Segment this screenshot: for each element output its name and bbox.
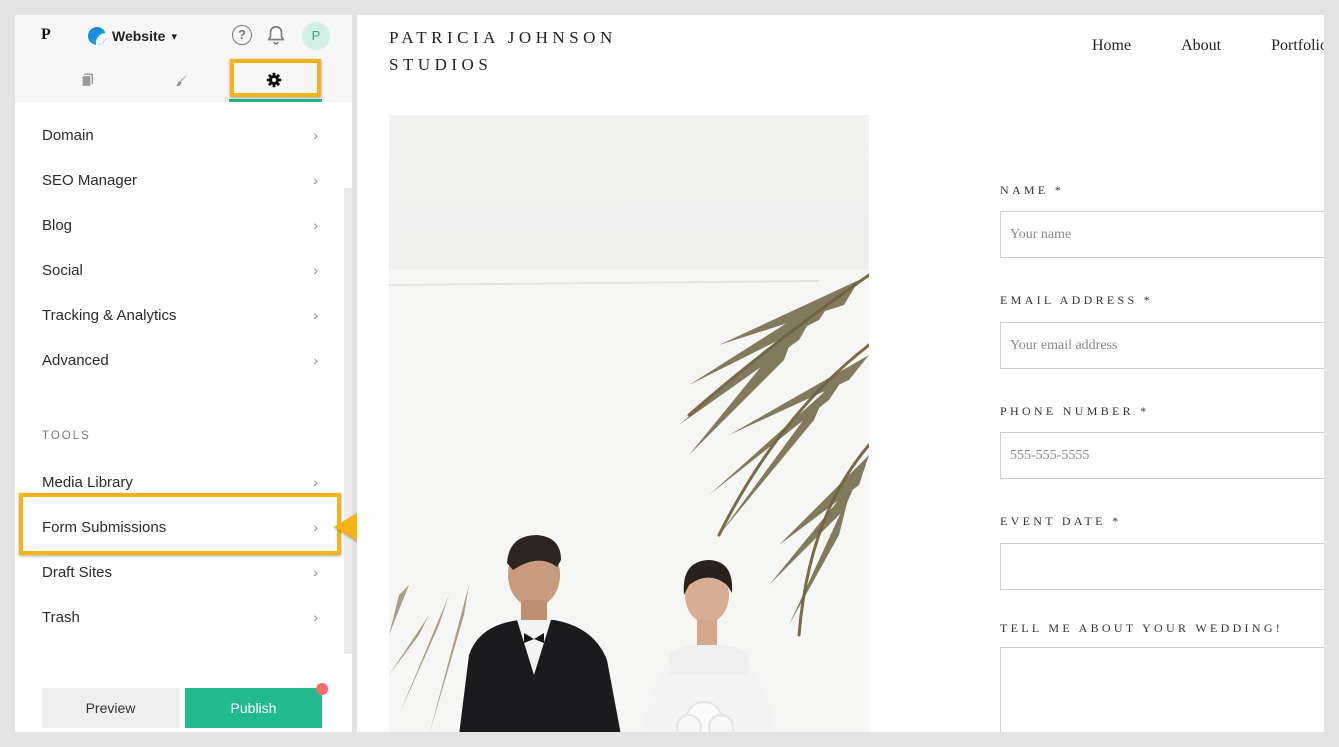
pages-icon bbox=[81, 73, 93, 87]
chevron-right-icon: › bbox=[313, 352, 318, 368]
editor-topbar: P Website ▾ ? P bbox=[15, 15, 352, 57]
chevron-right-icon: › bbox=[313, 217, 318, 233]
menu-item-label: Domain bbox=[42, 126, 94, 144]
brush-icon bbox=[176, 73, 188, 86]
site-brand[interactable]: PATRICIA JOHNSON STUDIOS bbox=[389, 24, 617, 78]
site-nav: Home About Portfolio bbox=[1092, 37, 1324, 55]
menu-item-label: Draft Sites bbox=[42, 563, 113, 581]
chevron-right-icon: › bbox=[313, 474, 318, 490]
active-tab-indicator bbox=[229, 99, 322, 102]
sidebar-scrollbar[interactable] bbox=[344, 188, 352, 654]
site-switcher-label: Website bbox=[112, 28, 166, 44]
wedding-couple-photo bbox=[389, 115, 869, 732]
tab-design[interactable] bbox=[137, 57, 227, 102]
menu-item-label: Blog bbox=[42, 216, 73, 234]
menu-item-advanced[interactable]: Advanced › bbox=[42, 346, 322, 374]
menu-item-tracking-analytics[interactable]: Tracking & Analytics › bbox=[42, 301, 322, 329]
name-field[interactable] bbox=[1000, 211, 1324, 258]
nav-link-portfolio[interactable]: Portfolio bbox=[1271, 37, 1324, 55]
chevron-right-icon: › bbox=[313, 519, 318, 535]
menu-item-label: SEO Manager bbox=[42, 171, 138, 189]
menu-item-trash[interactable]: Trash › bbox=[42, 603, 322, 631]
settings-sidebar: P Website ▾ ? P Domain › SEO Manager › B… bbox=[15, 15, 352, 732]
menu-item-label: Tracking & Analytics bbox=[42, 306, 177, 324]
avatar[interactable]: P bbox=[302, 22, 330, 50]
menu-item-form-submissions[interactable]: Form Submissions › bbox=[42, 513, 322, 541]
gear-icon bbox=[266, 72, 282, 87]
brand-line: STUDIOS bbox=[389, 55, 493, 74]
event-date-field[interactable] bbox=[1000, 543, 1324, 590]
help-icon[interactable]: ? bbox=[232, 25, 252, 45]
chevron-right-icon: › bbox=[313, 564, 318, 580]
chevron-down-icon: ▾ bbox=[171, 30, 177, 43]
menu-item-media-library[interactable]: Media Library › bbox=[42, 468, 322, 496]
chevron-right-icon: › bbox=[313, 127, 318, 143]
event-date-label: EVENT DATE * bbox=[1000, 514, 1122, 528]
phone-label: PHONE NUMBER * bbox=[1000, 404, 1150, 418]
chevron-right-icon: › bbox=[313, 172, 318, 188]
menu-item-blog[interactable]: Blog › bbox=[42, 211, 322, 239]
menu-item-social[interactable]: Social › bbox=[42, 256, 322, 284]
site-globe-icon bbox=[88, 27, 106, 45]
menu-item-label: Advanced bbox=[42, 351, 109, 369]
tab-settings[interactable] bbox=[229, 57, 322, 102]
email-field[interactable] bbox=[1000, 322, 1324, 369]
menu-item-draft-sites[interactable]: Draft Sites › bbox=[42, 558, 322, 586]
nav-link-home[interactable]: Home bbox=[1092, 37, 1131, 55]
sidebar-tabs bbox=[15, 57, 352, 102]
nav-link-about[interactable]: About bbox=[1181, 37, 1221, 55]
menu-item-label: Trash bbox=[42, 608, 80, 626]
menu-item-domain[interactable]: Domain › bbox=[42, 121, 322, 149]
tab-pages[interactable] bbox=[43, 57, 133, 102]
phone-field[interactable] bbox=[1000, 432, 1324, 479]
menu-item-label: Form Submissions bbox=[42, 518, 167, 536]
menu-item-label: Social bbox=[42, 261, 83, 279]
preview-button[interactable]: Preview bbox=[42, 688, 179, 728]
chevron-right-icon: › bbox=[313, 307, 318, 323]
menu-item-label: Media Library bbox=[42, 473, 133, 491]
chevron-right-icon: › bbox=[313, 262, 318, 278]
website-preview: PATRICIA JOHNSON STUDIOS Home About Port… bbox=[357, 15, 1324, 732]
brand-line: PATRICIA JOHNSON bbox=[389, 28, 617, 47]
site-switcher[interactable]: Website ▾ bbox=[88, 26, 177, 46]
wedding-message-label: TELL ME ABOUT YOUR WEDDING! bbox=[1000, 621, 1284, 635]
bell-icon[interactable] bbox=[265, 24, 287, 46]
email-label: EMAIL ADDRESS * bbox=[1000, 293, 1154, 307]
wedding-message-field[interactable] bbox=[1000, 647, 1324, 732]
publish-notification-dot bbox=[316, 683, 328, 695]
app-logo[interactable]: P bbox=[41, 26, 51, 44]
tools-heading: TOOLS bbox=[42, 430, 91, 442]
menu-item-seo-manager[interactable]: SEO Manager › bbox=[42, 166, 322, 194]
name-label: NAME * bbox=[1000, 183, 1065, 197]
publish-button[interactable]: Publish bbox=[185, 688, 322, 728]
chevron-right-icon: › bbox=[313, 609, 318, 625]
